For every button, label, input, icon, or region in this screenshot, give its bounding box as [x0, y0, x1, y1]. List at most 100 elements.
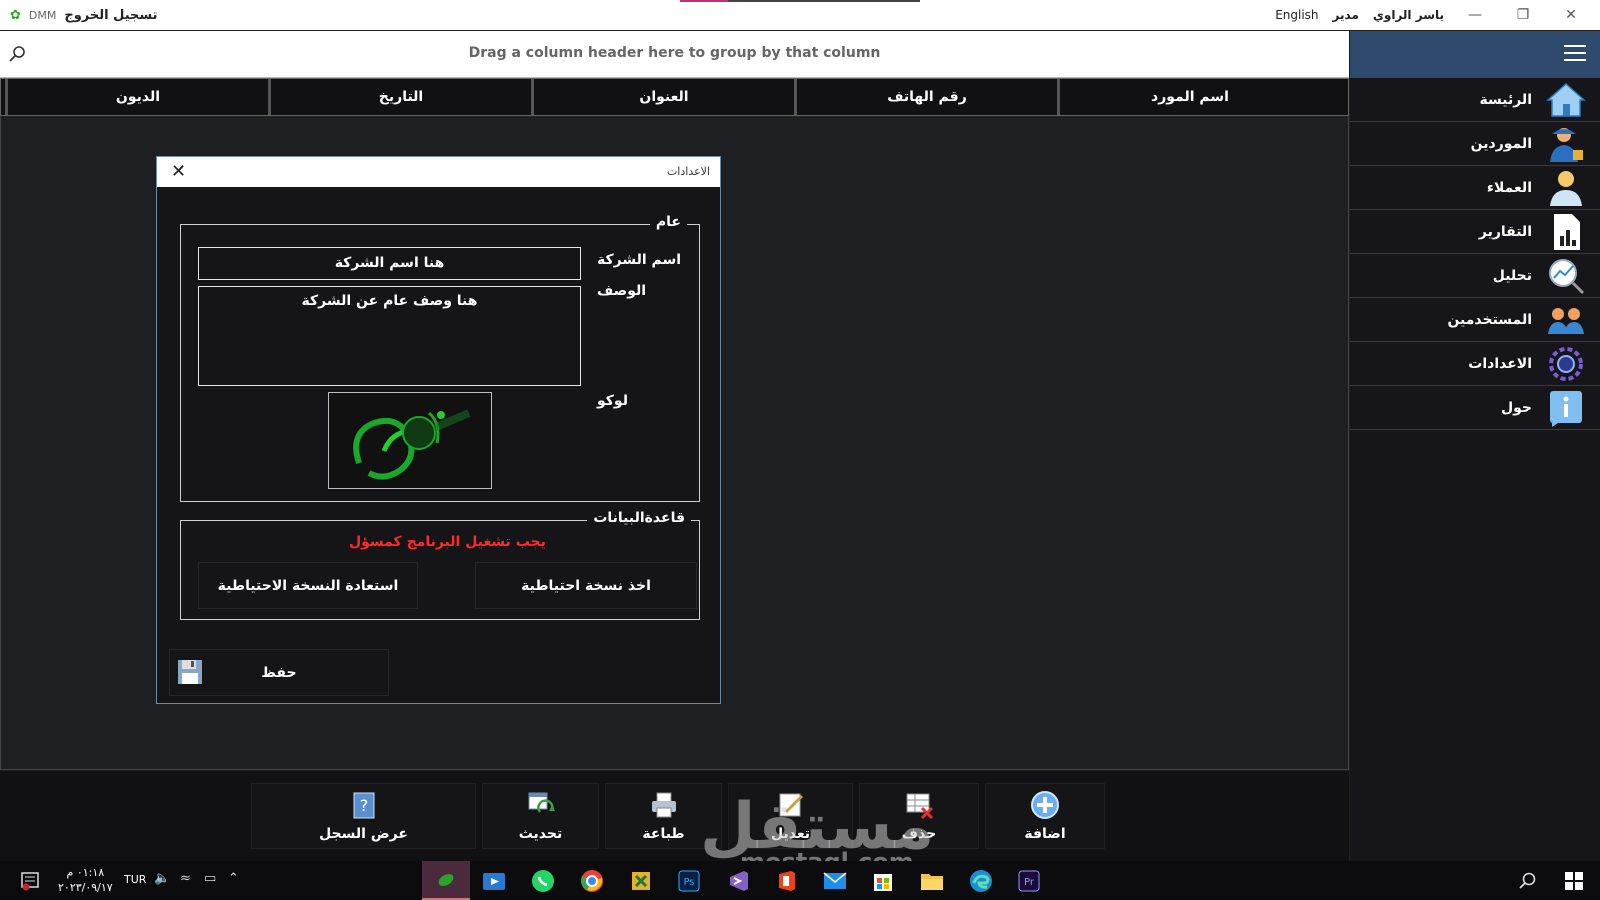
floppy-disk-icon: [178, 660, 202, 684]
battery-icon[interactable]: ▭: [204, 871, 216, 886]
taskbar-photoshop-icon[interactable]: Ps: [673, 865, 705, 897]
dialog-title: الاعدادات: [666, 165, 710, 178]
description-field[interactable]: هنا وصف عام عن الشركة: [198, 286, 581, 386]
column-header-date[interactable]: التاريخ: [268, 79, 531, 115]
home-icon: [1546, 80, 1586, 120]
sidebar-item-home[interactable]: الرئيسة: [1350, 78, 1600, 122]
edit-button[interactable]: تعديل: [728, 783, 853, 849]
company-logo-icon: [353, 409, 471, 480]
view-log-button[interactable]: ? عرض السجل: [251, 783, 476, 849]
sidebar-header: [1350, 31, 1600, 78]
sidebar-item-settings[interactable]: الاعدادات: [1350, 342, 1600, 386]
add-icon: [1031, 791, 1059, 819]
edit-icon: [779, 793, 803, 817]
column-header-phone[interactable]: رقم الهاتف: [794, 79, 1057, 115]
logo-image[interactable]: [328, 392, 492, 489]
windows-taskbar: ٠١:١٨ م ٢٠٢٣/٠٩/١٧ TUR 🔈 ≈ ▭ ⌃ Ps Pr: [0, 861, 1600, 900]
title-bar: ✿ DMM تسجيل الخروج English مدير ياسر الر…: [0, 0, 1600, 30]
sidebar-item-reports[interactable]: التقارير: [1350, 210, 1600, 254]
print-button-label: طباعة: [642, 826, 685, 842]
sidebar-item-users[interactable]: المستخدمين: [1350, 298, 1600, 342]
taskbar-office-icon[interactable]: [771, 865, 803, 897]
sidebar-item-label: تحليل: [1492, 267, 1532, 284]
taskbar-chrome-icon[interactable]: [576, 865, 608, 897]
delete-button[interactable]: حذف: [859, 783, 979, 849]
logo-label: لوكو: [597, 393, 628, 409]
svg-text:?: ?: [359, 796, 368, 815]
taskbar-movies-icon[interactable]: [478, 865, 510, 897]
delete-row-icon: [906, 793, 934, 820]
language-switch[interactable]: English: [1275, 8, 1318, 22]
supplier-icon: [1546, 124, 1586, 164]
sidebar-item-analysis[interactable]: تحليل: [1350, 254, 1600, 298]
sidebar-item-about[interactable]: حول: [1350, 386, 1600, 430]
company-name-field[interactable]: هنا اسم الشركة: [198, 247, 581, 280]
database-legend: قاعدةالبيانات: [587, 510, 691, 526]
tray-chevron-up-icon[interactable]: ⌃: [228, 871, 239, 886]
group-by-hint: Drag a column header here to group by th…: [468, 45, 881, 61]
column-header-debts[interactable]: الديون: [5, 79, 268, 115]
taskbar-file-explorer-icon[interactable]: [916, 865, 948, 897]
refresh-button[interactable]: تحديث: [482, 783, 599, 849]
hamburger-menu-icon[interactable]: [1564, 45, 1586, 63]
taskbar-clock[interactable]: ٠١:١٨ م ٢٠٢٣/٠٩/١٧: [58, 865, 113, 895]
report-icon: [1546, 212, 1586, 252]
taskbar-store-icon[interactable]: [867, 865, 899, 897]
printer-icon: [651, 792, 676, 818]
close-window-icon[interactable]: ✕: [1554, 7, 1588, 23]
column-header-address[interactable]: العنوان: [531, 79, 794, 115]
taskbar-edge-icon[interactable]: [965, 865, 997, 897]
group-by-panel[interactable]: Drag a column header here to group by th…: [0, 31, 1349, 78]
restore-icon[interactable]: ❐: [1506, 7, 1540, 23]
sidebar: الرئيسة الموردين العملاء التقارير تحليل …: [1350, 31, 1600, 861]
add-button[interactable]: اضافة: [985, 783, 1105, 849]
title-accent-line: [680, 0, 920, 2]
close-icon[interactable]: ✕: [171, 161, 186, 182]
dialog-header: ✕ الاعدادات: [157, 157, 720, 187]
column-header-supplier-name[interactable]: اسم المورد: [1057, 79, 1320, 115]
edit-button-label: تعديل: [771, 826, 810, 842]
sidebar-item-label: المستخدمين: [1447, 311, 1532, 328]
taskbar-whatsapp-icon[interactable]: [527, 865, 559, 897]
add-button-label: اضافة: [1024, 826, 1066, 842]
backup-button[interactable]: اخذ نسخة احتياطية: [475, 562, 697, 609]
app-code: DMM: [28, 8, 57, 22]
logout-link[interactable]: تسجيل الخروج: [64, 8, 157, 23]
taskbar-time: ٠١:١٨ م: [66, 866, 105, 879]
taskbar-mail-icon[interactable]: [819, 865, 851, 897]
analysis-icon: [1546, 256, 1586, 296]
sidebar-item-customers[interactable]: العملاء: [1350, 166, 1600, 210]
sidebar-item-label: التقارير: [1478, 223, 1532, 240]
volume-icon[interactable]: 🔈: [154, 871, 170, 886]
sidebar-item-suppliers[interactable]: الموردين: [1350, 122, 1600, 166]
save-button-label: حفظ: [261, 664, 297, 681]
notifications-icon[interactable]: [14, 865, 46, 897]
user-name: ياسر الراوي: [1372, 8, 1444, 22]
wifi-icon[interactable]: ≈: [180, 871, 191, 886]
user-role: مدير: [1332, 8, 1359, 22]
minimize-icon[interactable]: —: [1458, 7, 1492, 23]
taskbar-visual-studio-icon[interactable]: [722, 865, 754, 897]
general-legend: عام: [649, 214, 687, 230]
users-icon: [1546, 300, 1586, 340]
taskbar-excel-icon[interactable]: [625, 865, 657, 897]
refresh-button-label: تحديث: [518, 826, 563, 842]
taskbar-app-dmm[interactable]: [422, 861, 470, 900]
taskbar-search-icon[interactable]: [1512, 865, 1544, 897]
info-icon: [1546, 388, 1586, 428]
input-language[interactable]: TUR: [124, 873, 146, 886]
delete-button-label: حذف: [901, 826, 937, 842]
view-log-button-label: عرض السجل: [319, 826, 408, 842]
save-button[interactable]: حفظ: [169, 649, 389, 696]
settings-dialog: ✕ الاعدادات عام اسم الشركة هنا اسم الشرك…: [156, 156, 721, 704]
restore-backup-button[interactable]: استعادة النسخة الاحتياطية: [198, 562, 418, 609]
svg-text:Ps: Ps: [683, 877, 694, 888]
sidebar-item-label: حول: [1500, 399, 1532, 416]
taskbar-premiere-icon[interactable]: Pr: [1013, 865, 1045, 897]
print-button[interactable]: طباعة: [605, 783, 722, 849]
windows-start-icon[interactable]: [1558, 865, 1590, 897]
title-right: English مدير ياسر الراوي — ❐ ✕: [1275, 0, 1588, 30]
description-label: الوصف: [597, 283, 647, 299]
app-leaf-icon: ✿: [10, 7, 21, 23]
admin-warning: يجب تشغيل البرنامج كمسؤل: [349, 534, 546, 550]
